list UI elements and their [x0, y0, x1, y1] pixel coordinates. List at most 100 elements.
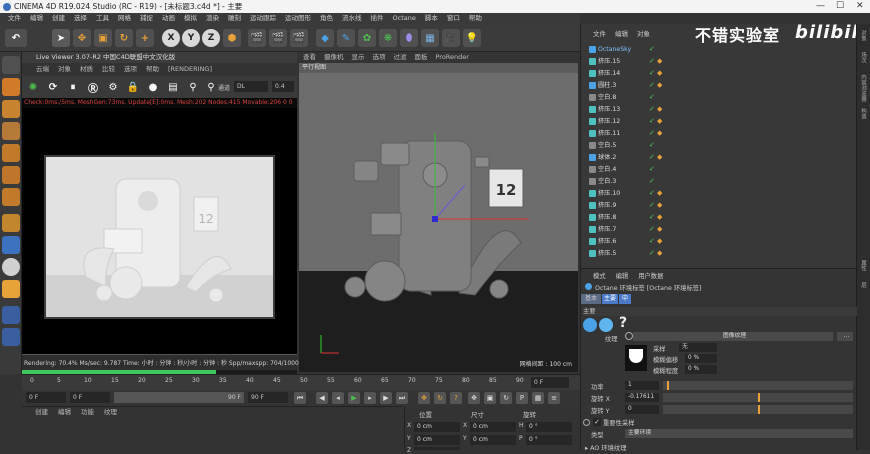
blur-offset-field[interactable]: 0 % [685, 354, 717, 363]
visibility-check-icon[interactable]: ✓ [649, 140, 655, 152]
rotation-y-slider-handle[interactable] [758, 405, 760, 414]
mat-menu-function[interactable]: 功能 [81, 407, 94, 418]
channel-value-field[interactable]: 0.4 [272, 81, 294, 92]
material-tag-icon[interactable]: ◆ [657, 128, 662, 140]
rotation-y-field[interactable]: 0 [625, 405, 659, 414]
object-row[interactable]: 挤压.7 ✓ ◆ [581, 224, 857, 236]
edges-mode-icon[interactable] [2, 166, 20, 184]
tab-middle[interactable]: 中 [619, 294, 631, 304]
lv-menu-options[interactable]: 选项 [124, 63, 137, 76]
ao-env-texture-section[interactable]: ▸ AO 环境纹理 [585, 443, 705, 452]
material-tag-icon[interactable]: ◆ [657, 236, 662, 248]
position-x-field[interactable]: 0 cm [414, 422, 460, 432]
rotation-y-slider[interactable] [663, 405, 853, 414]
material-tag-icon[interactable]: ◆ [657, 224, 662, 236]
sampling-dropdown[interactable]: 无 [679, 343, 717, 352]
type-dropdown[interactable]: 主要环境 [625, 429, 853, 438]
prev-key-icon[interactable]: ◀ [316, 392, 328, 404]
make-editable-icon[interactable] [2, 56, 20, 74]
move-icon[interactable]: ✥ [73, 29, 91, 47]
object-row[interactable]: 空白.4 ✓ [581, 164, 857, 176]
visibility-check-icon[interactable]: ✓ [649, 56, 655, 68]
visibility-check-icon[interactable]: ✓ [649, 224, 655, 236]
material-tag-icon[interactable]: ◆ [657, 116, 662, 128]
object-name[interactable]: 空白.4 [598, 164, 616, 176]
visibility-check-icon[interactable]: ✓ [649, 212, 655, 224]
visibility-check-icon[interactable]: ✓ [649, 164, 655, 176]
menu-character[interactable]: 角色 [320, 13, 333, 24]
blur-amount-field[interactable]: 0 % [685, 365, 717, 374]
object-row[interactable]: 挤压.12 ✓ ◆ [581, 116, 857, 128]
menu-window[interactable]: 窗口 [447, 13, 460, 24]
material-tag-icon[interactable]: ◆ [657, 152, 662, 164]
visibility-check-icon[interactable]: ✓ [649, 116, 655, 128]
rotation-x-slider-handle[interactable] [758, 393, 760, 402]
deformer-icon[interactable]: ⬮ [400, 29, 418, 47]
vp-menu-prorender[interactable]: ProRender [436, 52, 469, 63]
texture-mode-icon[interactable] [2, 100, 20, 118]
menu-plugins[interactable]: 插件 [371, 13, 384, 24]
subdivision-icon[interactable]: ✿ [358, 29, 376, 47]
object-name[interactable]: 圆柱.3 [598, 80, 616, 92]
rotation-p-field[interactable]: 0 ° [526, 435, 572, 445]
lv-menu-compare[interactable]: 比较 [102, 63, 115, 76]
material-tag-icon[interactable]: ◆ [657, 200, 662, 212]
pick-focus-icon[interactable]: ⚲ [184, 78, 202, 96]
grid-icon[interactable] [2, 306, 20, 324]
visibility-check-icon[interactable]: ✓ [649, 200, 655, 212]
floor-icon[interactable]: ▦ [421, 29, 439, 47]
tab-objects[interactable]: 对象 [859, 30, 867, 41]
menu-simulate[interactable]: 模拟 [184, 13, 197, 24]
object-name[interactable]: 挤压.5 [598, 248, 616, 260]
layer-icon[interactable] [2, 328, 20, 346]
rotation-h-field[interactable]: 0 ° [526, 422, 572, 432]
pause-icon[interactable]: ⏸ [64, 78, 82, 96]
texture-anim-toggle[interactable] [625, 332, 633, 340]
material-tag-icon[interactable]: ◆ [657, 104, 662, 116]
size-y-field[interactable]: 0 cm [470, 435, 516, 445]
vp-menu-view[interactable]: 查看 [303, 52, 316, 63]
menu-edit[interactable]: 编辑 [30, 13, 43, 24]
texture-node-icon[interactable] [599, 318, 613, 332]
visibility-check-icon[interactable]: ✓ [649, 152, 655, 164]
region-icon[interactable]: ▤ [164, 78, 182, 96]
menu-snap[interactable]: 捕捉 [140, 13, 153, 24]
rotation-x-field[interactable]: -0.17611 [625, 393, 659, 402]
object-row[interactable]: 圆柱.3 ✓ ◆ [581, 80, 857, 92]
material-tag-icon[interactable]: ◆ [657, 188, 662, 200]
power-field[interactable]: 1 [625, 381, 659, 390]
editor-viewport[interactable]: 12 网格间距 : 100 cm [299, 73, 578, 372]
workplane-icon[interactable] [2, 122, 20, 140]
object-row[interactable]: 挤压.11 ✓ ◆ [581, 128, 857, 140]
object-row[interactable]: 空白.3 ✓ [581, 176, 857, 188]
timeline-menu-icon[interactable]: ≡ [548, 392, 560, 404]
pla-key-icon[interactable]: ▦ [532, 392, 544, 404]
sphere-preview-icon[interactable]: ● [144, 78, 162, 96]
restart-icon[interactable]: Ⓡ [84, 78, 102, 96]
object-name[interactable]: 挤压.6 [598, 236, 616, 248]
vp-menu-filter[interactable]: 过滤 [394, 52, 407, 63]
polygons-mode-icon[interactable] [2, 188, 20, 206]
minimize-button[interactable]: — [816, 0, 825, 13]
points-mode-icon[interactable] [2, 144, 20, 162]
material-tag-icon[interactable]: ◆ [657, 80, 662, 92]
tab-layers[interactable]: 层 [859, 282, 867, 288]
pen-icon[interactable]: ✎ [337, 29, 355, 47]
menu-mesh[interactable]: 网格 [118, 13, 131, 24]
model-mode-icon[interactable] [2, 78, 20, 96]
visibility-check-icon[interactable]: ✓ [649, 236, 655, 248]
coordinate-system-icon[interactable]: ⬢ [223, 29, 241, 47]
visibility-check-icon[interactable]: ✓ [649, 92, 655, 104]
lv-menu-materials[interactable]: 材质 [80, 63, 93, 76]
send-scene-icon[interactable]: ✺ [24, 78, 42, 96]
visibility-check-icon[interactable]: ✓ [649, 176, 655, 188]
prev-frame-icon[interactable]: ◂ [332, 392, 344, 404]
obj-menu-file[interactable]: 文件 [593, 29, 606, 40]
object-name[interactable]: 挤压.13 [598, 104, 620, 116]
object-name[interactable]: 挤压.15 [598, 56, 620, 68]
settings-gear-icon[interactable]: ⚙ [104, 78, 122, 96]
current-frame-field[interactable]: 0 F [531, 377, 569, 388]
lv-menu-cloud[interactable]: 云端 [36, 63, 49, 76]
menu-create[interactable]: 创建 [52, 13, 65, 24]
x-axis-button[interactable]: X [162, 29, 180, 47]
